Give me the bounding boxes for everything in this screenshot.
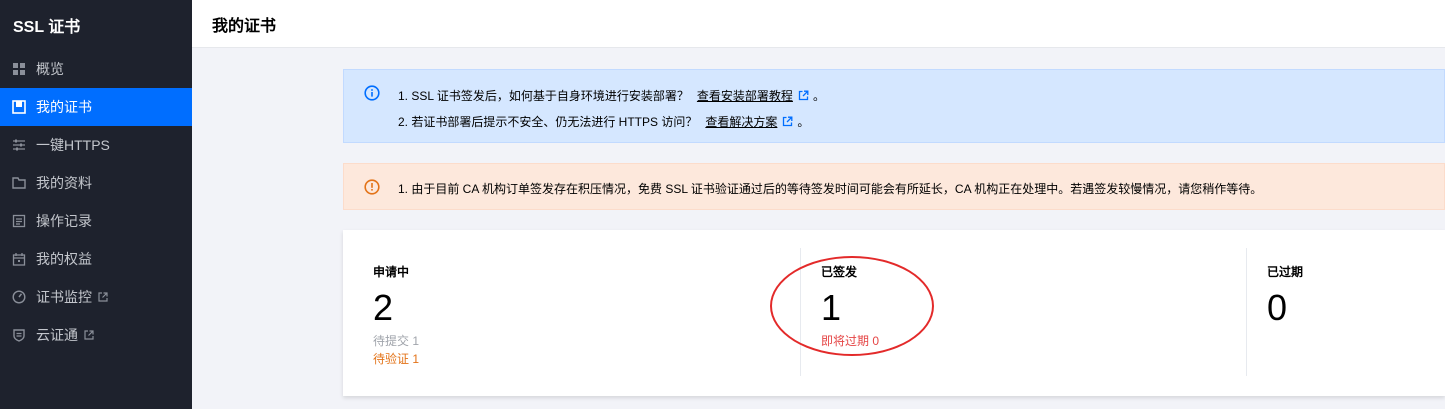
sidebar-item-one-click-https[interactable]: 一键HTTPS: [0, 126, 192, 164]
sidebar-item-my-certificates[interactable]: 我的证书: [0, 88, 192, 126]
stat-label: 申请中: [373, 265, 410, 279]
pending-verify-count[interactable]: 待验证 1: [373, 350, 419, 367]
stat-count[interactable]: 1: [821, 286, 841, 330]
warning-notice: 1. 由于目前 CA 机构订单签发存在积压情况，免费 SSL 证书验证通过后的等…: [343, 163, 1445, 210]
sliders-icon: [12, 138, 26, 152]
page-header: 我的证书: [192, 0, 1445, 48]
period: 。: [797, 115, 810, 129]
sidebar: SSL 证书 概览 我的证书 一键HTTPS 我的资料 操作记录 我的权益 证书…: [0, 0, 192, 409]
period: 。: [812, 89, 825, 103]
sidebar-title: SSL 证书: [13, 19, 81, 36]
warning-notice-text: 1. 由于目前 CA 机构订单签发存在积压情况，免费 SSL 证书验证通过后的等…: [398, 182, 1263, 196]
expiring-soon-count[interactable]: 即将过期 0: [821, 332, 879, 349]
stat-count[interactable]: 0: [1267, 286, 1287, 330]
external-link-icon[interactable]: [798, 90, 809, 101]
sidebar-item-operation-log[interactable]: 操作记录: [0, 202, 192, 240]
sidebar-item-label: 云证通: [36, 327, 78, 343]
install-guide-link[interactable]: 查看安装部署教程: [697, 87, 793, 104]
folder-icon: [12, 176, 26, 190]
stat-issued[interactable]: 已签发 1 即将过期 0: [821, 230, 1241, 396]
shield-icon: [12, 328, 26, 342]
stat-applying[interactable]: 申请中 2 待提交 1 待验证 1: [373, 230, 793, 396]
stat-count[interactable]: 2: [373, 286, 393, 330]
certificate-stats: 申请中 2 待提交 1 待验证 1 已签发 1 即将过期 0 已过期 0: [343, 230, 1445, 396]
info-icon: [364, 85, 380, 101]
sidebar-item-label: 操作记录: [36, 213, 92, 229]
sidebar-item-label: 概览: [36, 61, 64, 77]
stat-label: 已过期: [1267, 265, 1304, 279]
sidebar-item-cloud-cert[interactable]: 云证通: [0, 316, 192, 354]
sidebar-item-label: 证书监控: [36, 289, 92, 305]
info-notice: 1. SSL 证书签发后，如何基于自身环境进行安装部署？ 查看安装部署教程 。 …: [343, 69, 1445, 143]
sidebar-item-my-benefits[interactable]: 我的权益: [0, 240, 192, 278]
calendar-icon: [12, 252, 26, 266]
stat-label: 已签发: [821, 265, 858, 279]
info-notice-text-1: 1. SSL 证书签发后，如何基于自身环境进行安装部署？: [398, 89, 689, 103]
info-notice-text-2: 2. 若证书部署后提示不安全、仍无法进行 HTTPS 访问？: [398, 115, 698, 129]
solution-link[interactable]: 查看解决方案: [705, 113, 777, 130]
sidebar-item-overview[interactable]: 概览: [0, 50, 192, 88]
warning-icon: [364, 179, 380, 195]
info-notice-line-2: 2. 若证书部署后提示不安全、仍无法进行 HTTPS 访问？ 查看解决方案 。: [398, 113, 809, 130]
page-title: 我的证书: [212, 17, 277, 35]
list-icon: [12, 214, 26, 228]
info-notice-line-1: 1. SSL 证书签发后，如何基于自身环境进行安装部署？ 查看安装部署教程 。: [398, 87, 825, 104]
divider: [800, 248, 801, 376]
sidebar-item-label: 一键HTTPS: [36, 137, 110, 153]
external-link-icon[interactable]: [782, 116, 793, 127]
sidebar-item-my-data[interactable]: 我的资料: [0, 164, 192, 202]
divider: [1246, 248, 1247, 376]
sidebar-item-label: 我的资料: [36, 175, 92, 191]
gauge-icon: [12, 290, 26, 304]
grid-icon: [12, 62, 26, 76]
external-link-icon: [98, 292, 108, 302]
stat-expired[interactable]: 已过期 0: [1267, 230, 1437, 396]
pending-submit-count[interactable]: 待提交 1: [373, 332, 419, 349]
sidebar-item-label: 我的证书: [36, 99, 92, 115]
certificate-icon: [12, 100, 26, 114]
sidebar-item-certificate-monitor[interactable]: 证书监控: [0, 278, 192, 316]
external-link-icon: [84, 330, 94, 340]
sidebar-item-label: 我的权益: [36, 251, 92, 267]
